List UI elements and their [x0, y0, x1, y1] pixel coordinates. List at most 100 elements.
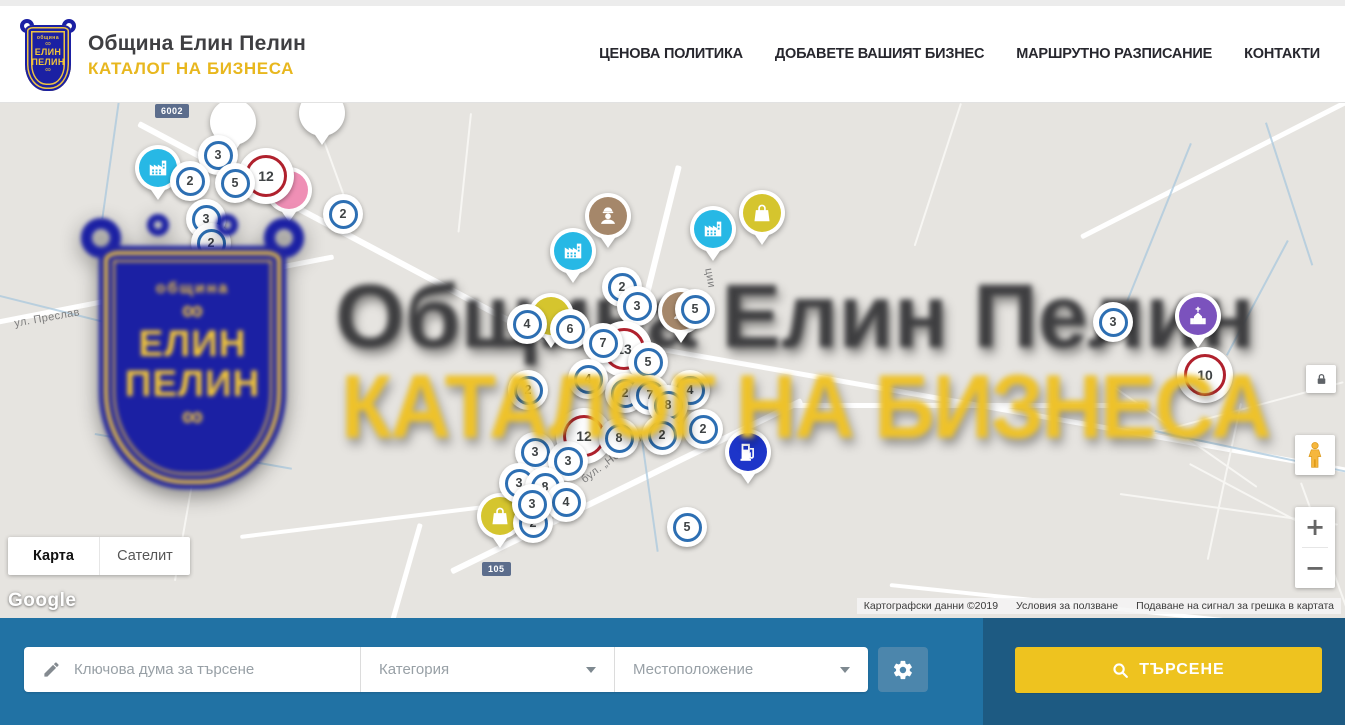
cluster-marker[interactable]: 5 — [675, 289, 715, 329]
cluster-count: 2 — [176, 167, 205, 196]
factory-icon — [147, 157, 169, 179]
cluster-marker[interactable]: 8 — [599, 418, 639, 458]
map-canvas[interactable]: ул. Преславбул. „Новоселции6002105 Общин… — [0, 103, 1345, 618]
category-pin-fuel[interactable] — [725, 429, 771, 487]
nav-item-route-schedule[interactable]: МАРШРУТНО РАЗПИСАНИЕ — [1016, 46, 1212, 62]
shopping-bag-icon — [751, 202, 773, 224]
cluster-count: 4 — [513, 310, 542, 339]
cluster-count: 5 — [673, 513, 702, 542]
pin-disc — [1179, 297, 1217, 335]
map-type-map-button[interactable]: Карта — [8, 537, 99, 575]
zoom-in-button[interactable]: + — [1295, 507, 1335, 547]
search-button[interactable]: ТЪРСЕНЕ — [1015, 647, 1322, 693]
pin-head — [739, 190, 785, 236]
keyword-field — [24, 647, 360, 692]
category-pin-factory[interactable] — [550, 228, 596, 286]
category-pin-bag[interactable] — [739, 190, 785, 248]
cluster-count: 2 — [197, 229, 226, 258]
pin-disc — [729, 433, 767, 471]
main-nav: ЦЕНОВА ПОЛИТИКА ДОБАВЕТЕ ВАШИЯТ БИЗНЕС М… — [599, 6, 1320, 102]
cluster-count: 2 — [329, 200, 358, 229]
attribution-report-error-link[interactable]: Подаване на сигнал за грешка в картата — [1136, 600, 1334, 612]
cluster-count: 5 — [681, 295, 710, 324]
google-logo[interactable]: Google — [8, 590, 76, 612]
brand-text: Община Елин Пелин КАТАЛОГ НА БИЗНЕСА — [88, 32, 306, 79]
cluster-marker[interactable]: 4 — [568, 359, 608, 399]
cluster-marker[interactable]: 4 — [507, 304, 547, 344]
cluster-count: 2 — [514, 376, 543, 405]
cluster-count: 8 — [605, 424, 634, 453]
location-select[interactable]: Местоположение — [615, 647, 868, 692]
page: община ∞ ЕЛИН ПЕЛИН ∞ Община Елин Пелин … — [0, 0, 1345, 725]
cluster-count: 10 — [1184, 354, 1226, 396]
zoom-out-button[interactable]: − — [1295, 548, 1335, 588]
gear-icon — [892, 659, 914, 681]
search-fields: Категория Местоположение — [24, 647, 868, 692]
shopping-bag-icon — [489, 505, 511, 527]
cluster-count: 3 — [518, 490, 547, 519]
category-pin-plain[interactable] — [299, 103, 345, 148]
cluster-count: 5 — [221, 169, 250, 198]
search-icon — [1112, 662, 1129, 679]
brand[interactable]: община ∞ ЕЛИН ПЕЛИН ∞ Община Елин Пелин … — [22, 19, 306, 91]
cluster-marker[interactable]: 2 — [642, 415, 682, 455]
cluster-count: 3 — [521, 438, 550, 467]
pin-head — [725, 429, 771, 475]
nav-item-add-business[interactable]: ДОБАВЕТЕ ВАШИЯТ БИЗНЕС — [775, 46, 984, 62]
category-select-label: Категория — [379, 661, 449, 678]
attribution-map-data: Картографски данни ©2019 — [864, 600, 998, 612]
pin-disc — [743, 194, 781, 232]
search-bar: Категория Местоположение ТЪРСЕНЕ — [0, 618, 1345, 725]
cluster-marker[interactable]: 2 — [508, 370, 548, 410]
pegman-icon — [1302, 441, 1328, 469]
cluster-marker[interactable]: 7 — [583, 323, 623, 363]
pin-head — [690, 206, 736, 252]
cluster-count: 4 — [574, 365, 603, 394]
nav-item-pricing[interactable]: ЦЕНОВА ПОЛИТИКА — [599, 46, 743, 62]
cluster-marker[interactable]: 3 — [617, 286, 657, 326]
worker-icon — [597, 205, 619, 227]
cluster-marker[interactable]: 2 — [191, 223, 231, 263]
cluster-marker[interactable]: 2 — [683, 409, 723, 449]
cluster-marker[interactable]: 3 — [512, 484, 552, 524]
church-icon — [1187, 305, 1209, 327]
pin-head — [299, 103, 345, 136]
cluster-count: 7 — [589, 329, 618, 358]
cluster-marker[interactable]: 3 — [1093, 302, 1133, 342]
pegman-streetview-button[interactable] — [1295, 435, 1335, 475]
crest-ornament-icon: ∞ — [45, 67, 51, 73]
header: община ∞ ЕЛИН ПЕЛИН ∞ Община Елин Пелин … — [0, 0, 1345, 103]
crest-name-line1: ЕЛИН — [35, 47, 62, 57]
map-type-satellite-button[interactable]: Сателит — [99, 537, 190, 575]
category-pin-factory[interactable] — [690, 206, 736, 264]
fuel-pump-icon — [737, 441, 759, 463]
cluster-marker[interactable]: 5 — [667, 507, 707, 547]
cluster-marker[interactable]: 2 — [170, 161, 210, 201]
cluster-marker[interactable]: 10 — [1177, 347, 1233, 403]
padlock-icon — [1315, 373, 1328, 386]
map-type-control: Карта Сателит — [8, 537, 190, 575]
crest-shield: община ∞ ЕЛИН ПЕЛИН ∞ — [25, 25, 71, 91]
site-title: Община Елин Пелин — [88, 32, 306, 56]
cluster-count: 5 — [634, 348, 663, 377]
search-input[interactable] — [74, 661, 360, 678]
cluster-marker[interactable]: 5 — [215, 163, 255, 203]
zoom-control: + − — [1295, 507, 1335, 588]
category-select[interactable]: Категория — [361, 647, 614, 692]
cluster-marker[interactable]: 4 — [546, 482, 586, 522]
pin-disc — [554, 232, 592, 270]
cluster-count: 3 — [1099, 308, 1128, 337]
site-subtitle: КАТАЛОГ НА БИЗНЕСА — [88, 59, 306, 79]
category-pin-church[interactable] — [1175, 293, 1221, 351]
location-select-label: Местоположение — [633, 661, 753, 678]
advanced-search-button[interactable] — [878, 647, 928, 692]
search-button-label: ТЪРСЕНЕ — [1139, 661, 1224, 679]
cluster-count: 2 — [689, 415, 718, 444]
cluster-marker[interactable]: 2 — [323, 194, 363, 234]
cluster-count: 6 — [556, 315, 585, 344]
map-attribution: Картографски данни ©2019 Условия за полз… — [857, 598, 1341, 614]
attribution-terms-link[interactable]: Условия за ползване — [1016, 600, 1118, 612]
lock-button[interactable] — [1306, 365, 1336, 393]
pin-head — [1175, 293, 1221, 339]
nav-item-contacts[interactable]: КОНТАКТИ — [1244, 46, 1320, 62]
